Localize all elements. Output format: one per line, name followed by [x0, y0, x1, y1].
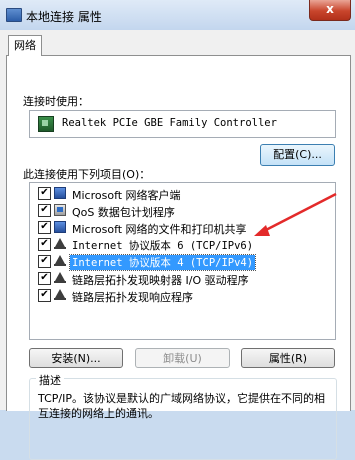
protocol-icon [54, 272, 66, 284]
checkbox[interactable]: ✔ [38, 272, 51, 285]
description-group: 描述 TCP/IP。该协议是默认的广域网络协议，它提供在不同的相互连接的网络上的… [29, 372, 337, 460]
items-label: 此连接使用下列项目(O)： [23, 168, 151, 181]
checkbox[interactable]: ✔ [38, 221, 51, 234]
uninstall-button[interactable]: 卸载(U) [135, 348, 230, 368]
list-item-selected[interactable]: ✔ Internet 协议版本 4 (TCP/IPv4) [30, 253, 333, 271]
list-item-label: Internet 协议版本 4 (TCP/IPv4) [68, 254, 257, 271]
list-item-label: QoS 数据包计划程序 [72, 206, 175, 219]
list-item[interactable]: ✔ Microsoft 网络客户端 [30, 185, 333, 202]
qos-icon [54, 204, 66, 216]
list-item-label: Microsoft 网络客户端 [72, 189, 181, 202]
list-item-label: Microsoft 网络的文件和打印机共享 [72, 223, 247, 236]
list-item[interactable]: ✔ Internet 协议版本 6 (TCP/IPv6) [30, 236, 333, 253]
adapter-field: Realtek PCIe GBE Family Controller [29, 110, 336, 138]
items-list[interactable]: ✔ Microsoft 网络客户端 ✔ QoS 数据包计划程序 ✔ Micros… [29, 182, 336, 340]
list-item[interactable]: ✔ Microsoft 网络的文件和打印机共享 [30, 219, 333, 236]
close-button[interactable]: x [309, 0, 351, 21]
list-item-label: 链路层拓扑发现映射器 I/O 驱动程序 [72, 274, 249, 287]
network-connection-icon [6, 8, 22, 22]
network-adapter-icon [38, 116, 54, 132]
protocol-icon [54, 255, 66, 267]
protocol-icon [54, 289, 66, 301]
connect-using-label: 连接时使用： [23, 95, 89, 108]
description-text: TCP/IP。该协议是默认的广域网络协议，它提供在不同的相互连接的网络上的通讯。 [38, 392, 325, 420]
install-button[interactable]: 安装(N)... [29, 348, 123, 368]
dialog-client: 网络 连接时使用： Realtek PCIe GBE Family Contro… [0, 30, 355, 460]
window-title: 本地连接 属性 [26, 10, 102, 24]
checkbox[interactable]: ✔ [38, 238, 51, 251]
checkbox[interactable]: ✔ [38, 289, 51, 302]
list-item-label: 链路层拓扑发现响应程序 [72, 291, 193, 304]
checkbox[interactable]: ✔ [38, 187, 51, 200]
protocol-icon [54, 238, 66, 250]
checkbox[interactable]: ✔ [38, 204, 51, 217]
title-bar: 本地连接 属性 x [0, 0, 355, 31]
checkbox[interactable]: ✔ [38, 255, 51, 268]
configure-button[interactable]: 配置(C)... [260, 144, 335, 166]
network-share-icon [54, 221, 66, 233]
description-legend: 描述 [36, 372, 64, 388]
list-item[interactable]: ✔ QoS 数据包计划程序 [30, 202, 333, 219]
list-item-label: Internet 协议版本 6 (TCP/IPv6) [72, 240, 254, 252]
properties-button[interactable]: 属性(R) [241, 348, 335, 368]
tab-network[interactable]: 网络 [8, 35, 42, 56]
adapter-name: Realtek PCIe GBE Family Controller [62, 117, 277, 129]
network-client-icon [54, 187, 66, 199]
list-item[interactable]: ✔ 链路层拓扑发现映射器 I/O 驱动程序 [30, 270, 333, 287]
tab-panel: 连接时使用： Realtek PCIe GBE Family Controlle… [6, 55, 351, 460]
list-item[interactable]: ✔ 链路层拓扑发现响应程序 [30, 287, 333, 304]
